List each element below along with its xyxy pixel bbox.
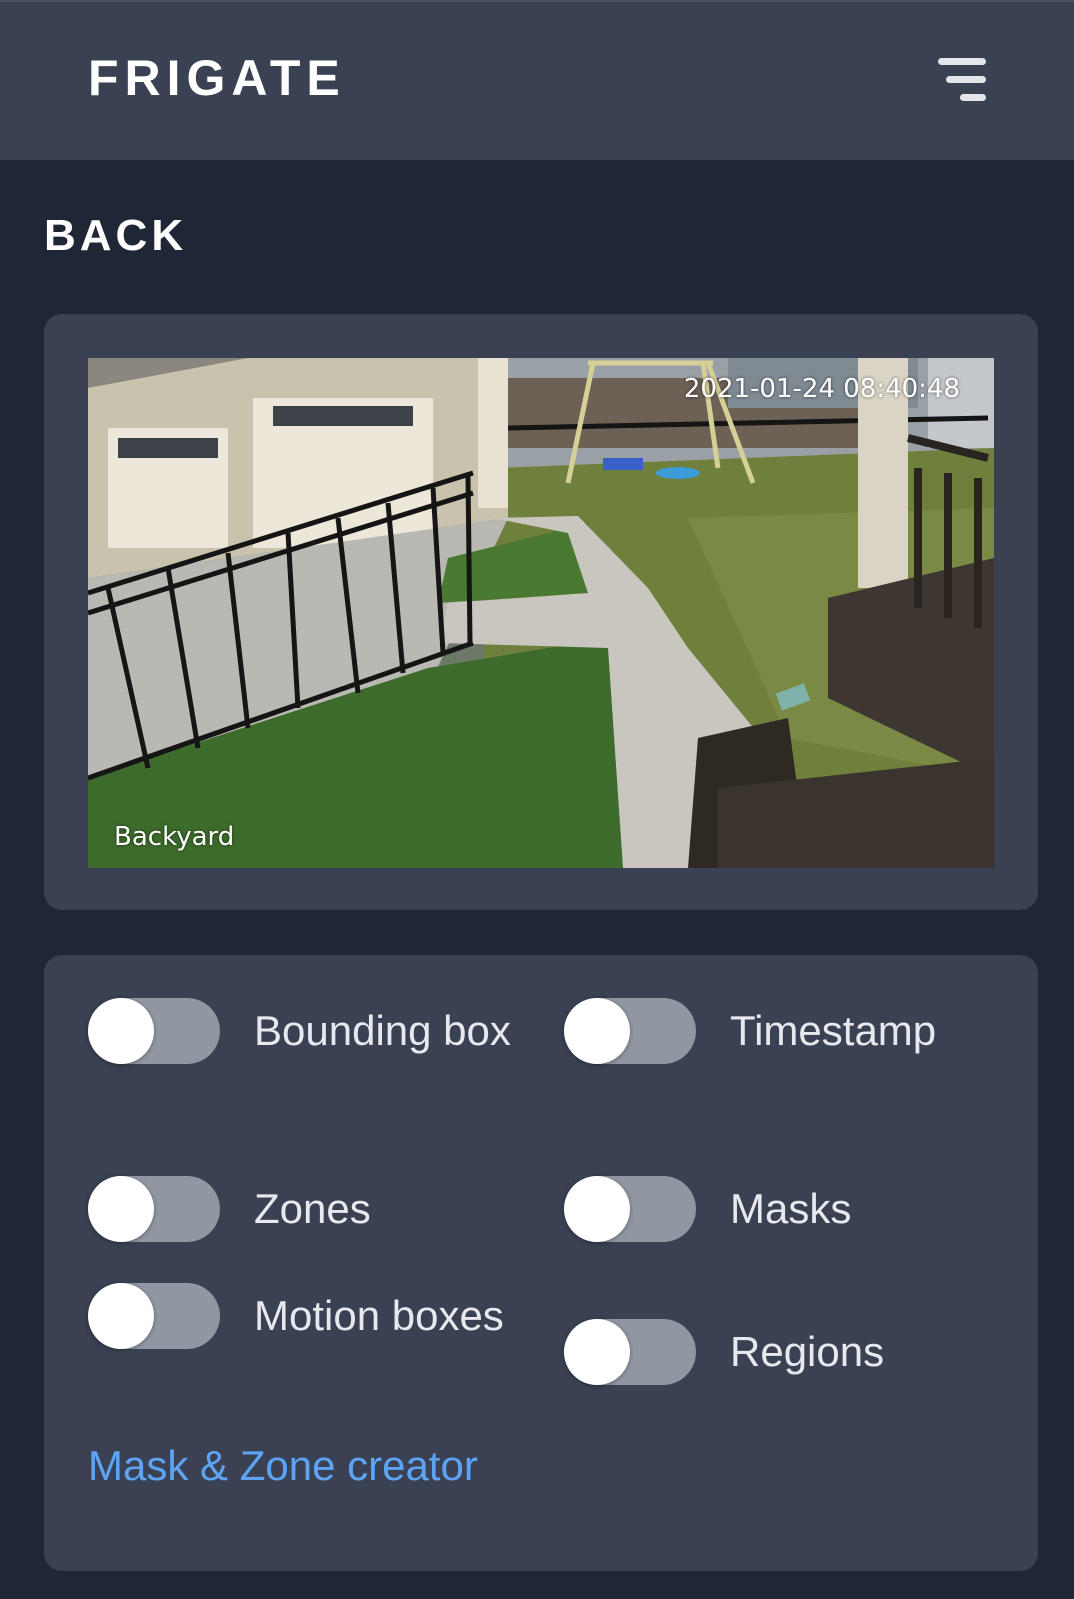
bounding-box-toggle[interactable] <box>88 998 220 1064</box>
camera-card: 2021-01-24 08:40:48 Backyard <box>44 314 1038 910</box>
camera-feed-image[interactable]: 2021-01-24 08:40:48 Backyard <box>88 358 994 868</box>
toggle-row-masks: Masks <box>564 1176 990 1242</box>
menu-line <box>946 76 986 83</box>
motion-boxes-toggle[interactable] <box>88 1283 220 1349</box>
page-title: BACK <box>44 211 188 260</box>
timestamp-label: Timestamp <box>730 1007 937 1054</box>
backyard-scene-image <box>88 358 994 868</box>
camera-name-overlay: Backyard <box>114 822 235 852</box>
menu-line <box>960 94 986 101</box>
hamburger-menu-icon[interactable] <box>932 52 988 108</box>
toggle-row-regions: Regions <box>564 1319 990 1385</box>
toggle-knob <box>88 998 154 1064</box>
toggle-knob <box>88 1283 154 1349</box>
app-header: FRIGATE <box>0 0 1074 160</box>
toggle-row-zones: Zones <box>88 1176 514 1242</box>
bounding-box-label: Bounding box <box>254 1007 511 1054</box>
regions-toggle[interactable] <box>564 1319 696 1385</box>
mask-zone-creator-link[interactable]: Mask & Zone creator <box>88 1440 478 1492</box>
zones-toggle[interactable] <box>88 1176 220 1242</box>
display-options-card: Bounding box Timestamp Zones Masks Motio… <box>44 955 1038 1571</box>
toggle-row-bounding-box: Bounding box <box>88 998 514 1064</box>
regions-label: Regions <box>730 1328 885 1375</box>
toggle-knob <box>88 1176 154 1242</box>
masks-label: Masks <box>730 1185 852 1232</box>
motion-boxes-label: Motion boxes <box>254 1292 504 1339</box>
toggle-knob <box>564 1176 630 1242</box>
app-title[interactable]: FRIGATE <box>88 50 346 106</box>
timestamp-toggle[interactable] <box>564 998 696 1064</box>
masks-toggle[interactable] <box>564 1176 696 1242</box>
toggle-knob <box>564 1319 630 1385</box>
toggle-knob <box>564 998 630 1064</box>
toggle-row-motion-boxes: Motion boxes <box>88 1283 514 1349</box>
camera-timestamp: 2021-01-24 08:40:48 <box>683 374 960 404</box>
toggle-row-timestamp: Timestamp <box>564 998 990 1064</box>
zones-label: Zones <box>254 1185 371 1232</box>
menu-line <box>938 58 986 65</box>
